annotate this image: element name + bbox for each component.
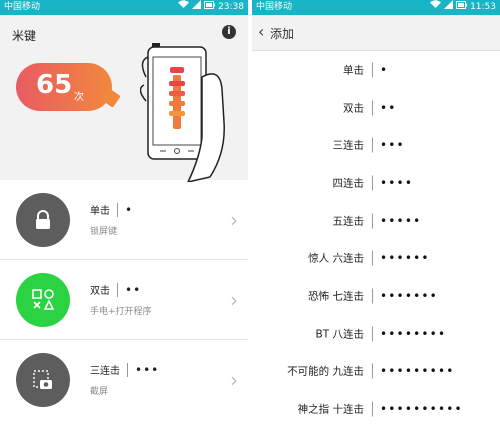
click-name: 惊人 六连击 xyxy=(308,252,364,265)
click-name: 不可能的 九连击 xyxy=(287,365,364,378)
item-desc: 截屏 xyxy=(90,387,109,397)
page-title: 米键 xyxy=(12,29,37,43)
list-item[interactable]: 四连击 •••• xyxy=(252,164,500,202)
apps-icon xyxy=(16,273,70,327)
status-bar: 中国移动 23:38 xyxy=(0,0,248,15)
click-dots: •••••••••• xyxy=(380,402,463,417)
battery-icon xyxy=(456,0,468,15)
click-name: 双击 xyxy=(343,102,364,115)
item-desc: 锁屏键 xyxy=(90,227,118,237)
wifi-icon xyxy=(430,0,442,15)
item-name: 三连击 xyxy=(90,366,120,377)
click-dots: •••••• xyxy=(380,251,430,266)
list-item[interactable]: 双击 •• xyxy=(252,89,500,127)
click-dots: • xyxy=(380,62,389,77)
phone-illustration xyxy=(139,37,236,186)
click-dots: •• xyxy=(380,100,397,115)
item-dots: • xyxy=(125,202,134,217)
press-count-bubble: 65 次 xyxy=(16,63,121,111)
page-title: 添加 xyxy=(270,27,295,41)
battery-icon xyxy=(204,0,216,15)
click-name: 五连击 xyxy=(332,215,365,228)
clock: 23:38 xyxy=(218,2,244,12)
summary-panel: 米键 i 65 次 xyxy=(0,15,248,184)
app-header: ‹ 添加 xyxy=(252,15,500,51)
list-item[interactable]: 单击 • xyxy=(252,51,500,89)
clock: 11:53 xyxy=(470,2,496,12)
left-screen: 中国移动 23:38 米键 i 65 次 单击 • 锁屏键 › 双击 •• 手电… xyxy=(0,0,248,429)
item-name: 双击 xyxy=(90,286,110,297)
list-item[interactable]: BT 八连击 •••••••• xyxy=(252,315,500,353)
click-dots: ••••••• xyxy=(380,288,438,303)
screenshot-icon xyxy=(16,353,70,407)
item-dots: •• xyxy=(125,282,142,297)
status-bar: 中国移动 11:53 xyxy=(252,0,500,15)
lock-icon xyxy=(16,193,70,247)
wifi-icon xyxy=(178,0,190,15)
list-item[interactable]: 惊人 六连击 •••••• xyxy=(252,239,500,277)
click-name: 单击 xyxy=(343,64,364,77)
chevron-right-icon: › xyxy=(230,288,238,312)
signal-icon xyxy=(192,0,202,15)
list-item[interactable]: 三连击 ••• 截屏 › xyxy=(0,340,248,420)
list-item[interactable]: 单击 • 锁屏键 › xyxy=(0,180,248,260)
press-count: 65 xyxy=(36,70,73,100)
list-item[interactable]: 恐怖 七连击 ••••••• xyxy=(252,277,500,315)
click-dots: ••• xyxy=(380,138,405,153)
click-dots: ••••••••• xyxy=(380,364,455,379)
item-dots: ••• xyxy=(135,362,160,377)
chevron-right-icon: › xyxy=(230,208,238,232)
list-item[interactable]: 五连击 ••••• xyxy=(252,202,500,240)
click-name: 三连击 xyxy=(332,139,365,152)
list-item[interactable]: 三连击 ••• xyxy=(252,126,500,164)
press-count-unit: 次 xyxy=(74,92,84,103)
click-name: 四连击 xyxy=(332,177,365,190)
click-name: 恐怖 七连击 xyxy=(308,290,364,303)
list-item[interactable]: 双击 •• 手电+打开程序 › xyxy=(0,260,248,340)
item-name: 单击 xyxy=(90,206,110,217)
list-item[interactable]: 不可能的 九连击 ••••••••• xyxy=(252,353,500,391)
click-name: BT 八连击 xyxy=(315,328,364,341)
item-desc: 手电+打开程序 xyxy=(90,307,152,317)
carrier-label: 中国移动 xyxy=(4,2,41,12)
chevron-left-icon[interactable]: ‹ xyxy=(258,22,264,41)
right-screen: 中国移动 11:53 ‹ 添加 单击 • 双击 •• 三连击 ••• 四连击 •••• … xyxy=(252,0,500,429)
click-name: 神之指 十连击 xyxy=(297,403,364,416)
key-action-list: 单击 • 锁屏键 › 双击 •• 手电+打开程序 › 三连击 ••• 截屏 › xyxy=(0,180,248,420)
click-option-list: 单击 • 双击 •• 三连击 ••• 四连击 •••• 五连击 ••••• 惊人 六连击 •… xyxy=(252,51,500,428)
signal-icon xyxy=(444,0,454,15)
chevron-right-icon: › xyxy=(230,368,238,392)
list-item[interactable]: 神之指 十连击 •••••••••• xyxy=(252,390,500,428)
click-dots: •••• xyxy=(380,175,414,190)
carrier-label: 中国移动 xyxy=(256,2,293,12)
click-dots: ••••• xyxy=(380,213,422,228)
click-dots: •••••••• xyxy=(380,326,447,341)
